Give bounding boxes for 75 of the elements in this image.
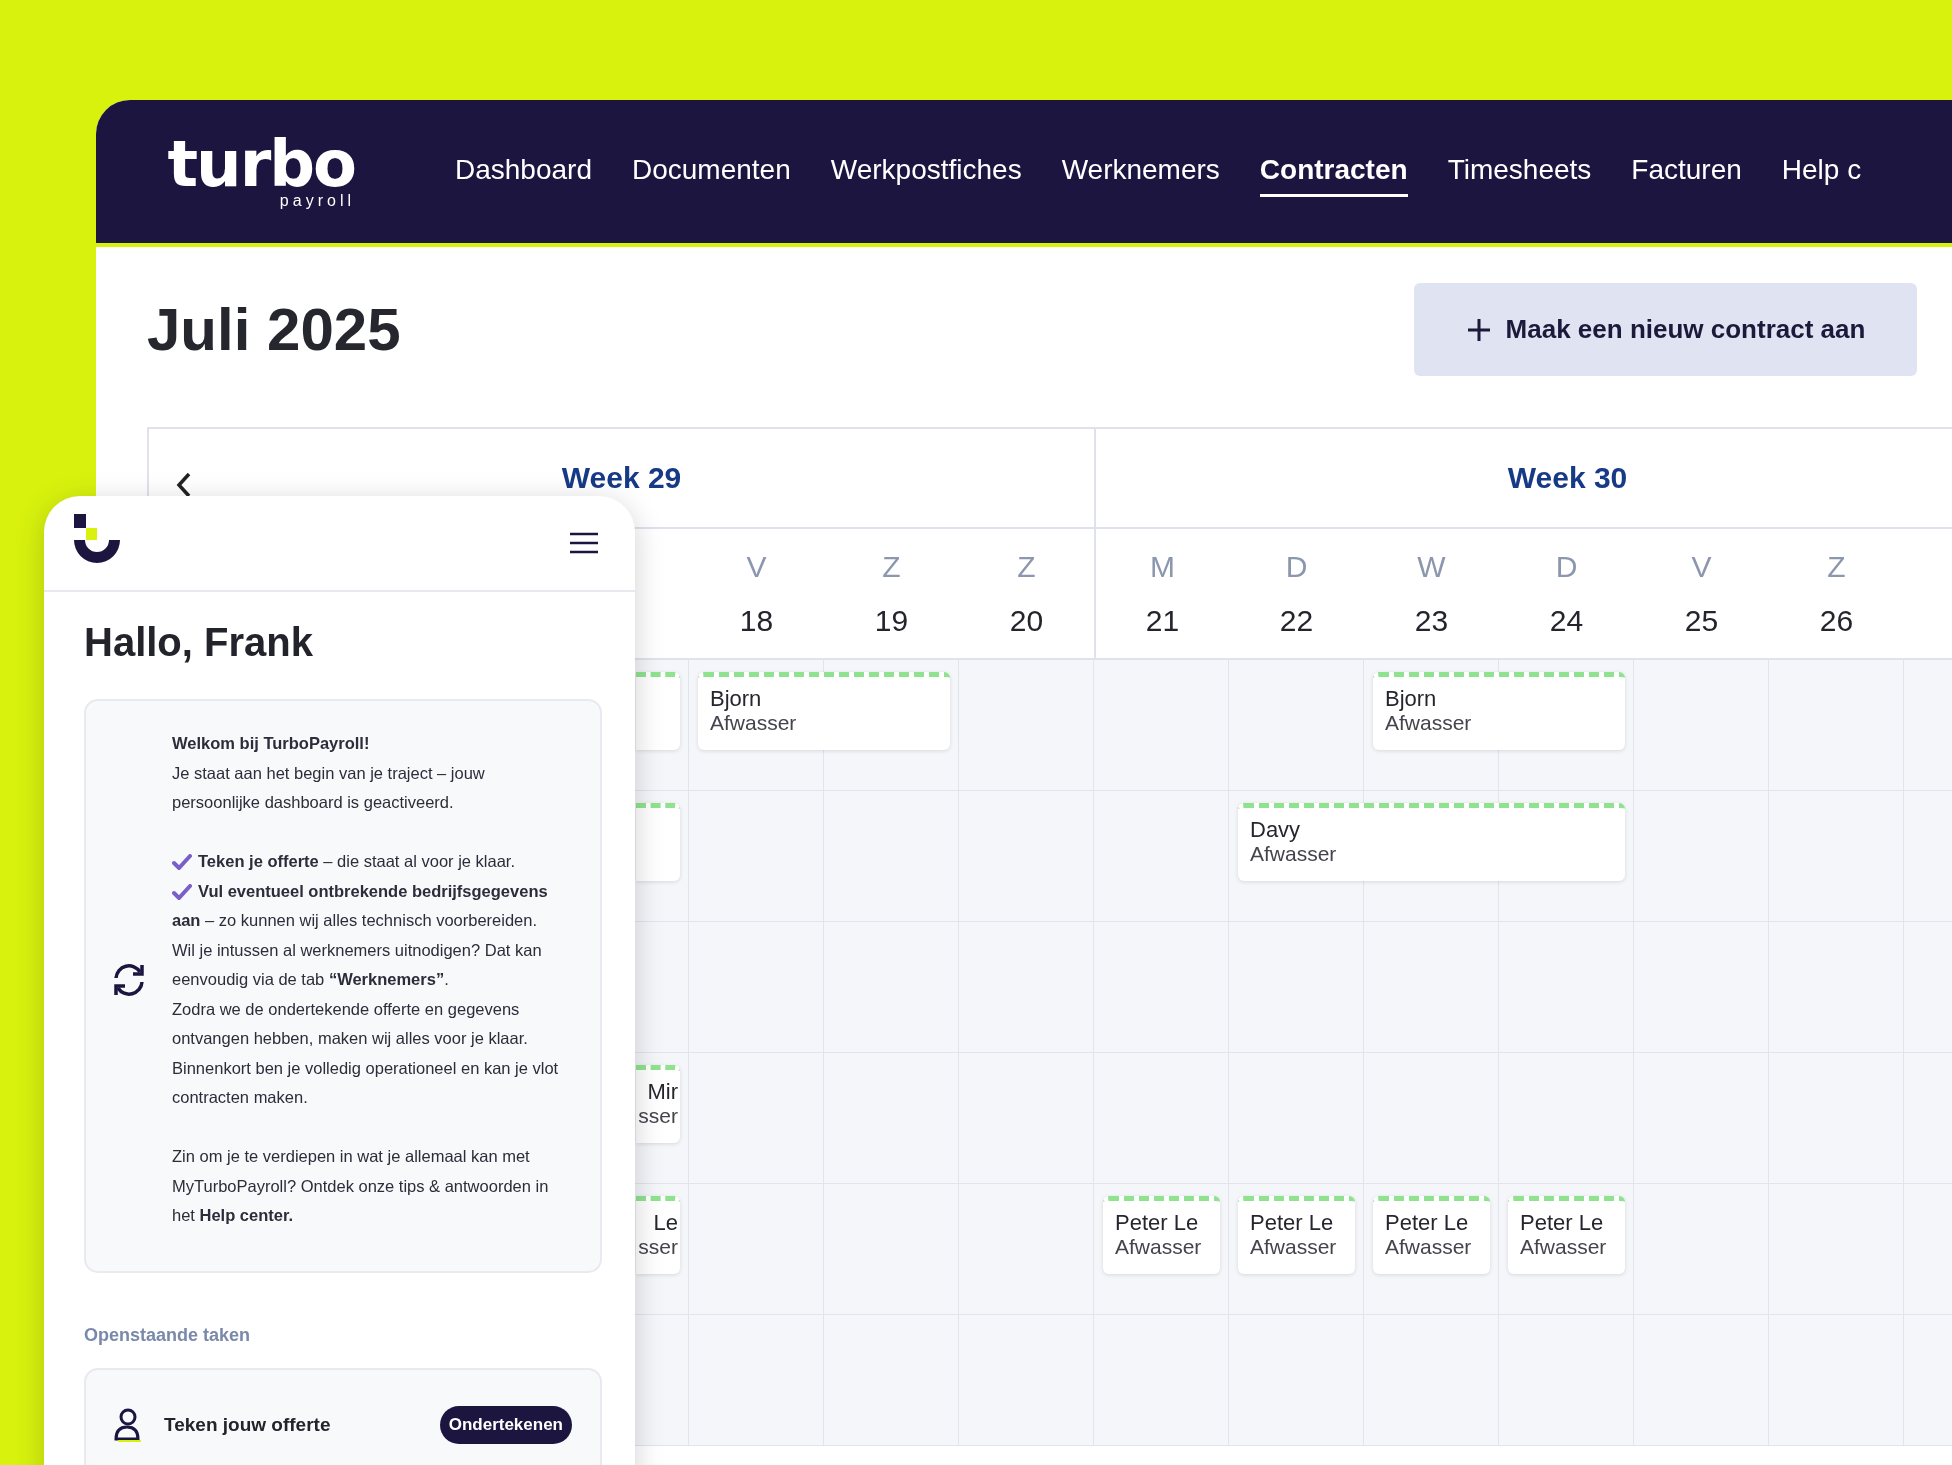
shift-role: Afwasser	[710, 711, 798, 735]
person-icon	[112, 1407, 142, 1442]
shift-employee: Peter Le	[1520, 1211, 1605, 1235]
shift-employee: Bjorn	[1385, 687, 1438, 711]
logo-tagline: payroll	[279, 191, 355, 210]
task-label: Teken jouw offerte	[164, 1413, 332, 1436]
weekday-letter: W	[1417, 549, 1446, 584]
shift-employee: Mir	[647, 1080, 678, 1104]
weekday-letter: M	[1150, 549, 1175, 584]
chevron-left-icon[interactable]	[175, 471, 193, 499]
day-number: 25	[1684, 603, 1719, 638]
shift-card[interactable]: Bjorn Afwasser	[1373, 672, 1625, 750]
welcome-text: Zodra we de ondertekende offerte en gegevens ontvangen hebben, maken wij alles voor je klaar. Binnenkort ben je volledig operationeel en kan je vlot contracten maken.	[172, 998, 560, 1108]
nav-link[interactable]: Werknemers	[1061, 146, 1220, 197]
nav-link[interactable]: Help c	[1781, 146, 1862, 197]
shift-card[interactable]: Le sser	[636, 1196, 680, 1274]
checklist-item: Teken je offerte – die staat al voor je klaar.	[172, 847, 572, 877]
nav-link[interactable]: Timesheets	[1447, 146, 1592, 197]
shift-employee: Le	[653, 1211, 678, 1235]
welcome-text: Je staat aan het begin van je traject – jouw persoonlijke dashboard is geactiveerd.	[172, 762, 486, 813]
shift-role: sser	[638, 1104, 678, 1128]
tasks-heading: Openstaande taken	[84, 1324, 252, 1346]
shift-card[interactable]: Davy Afwasser	[1238, 803, 1625, 881]
welcome-title: Welkom bij TurboPayroll!	[172, 733, 371, 754]
help-text: Zin om je te verdiepen in wat je allemaal kan met MyTurboPayroll? Ontdek onze tips & antwoorden in het Help center.	[172, 1146, 550, 1226]
shift-employee: Peter Le	[1385, 1211, 1470, 1235]
weekday-letter: V	[1691, 549, 1712, 584]
shift-card[interactable]: Bjorn Afwasser	[698, 672, 950, 750]
shift-employee: Peter Le	[1250, 1211, 1335, 1235]
shift-card[interactable]: Peter Le Afwasser	[1508, 1196, 1625, 1274]
day-number: 19	[874, 603, 909, 638]
checklist-item: Vul eventueel ontbrekende bedrijfsgegevens aan – zo kunnen wij alles technisch voorbereiden.	[172, 880, 549, 931]
weekday-letter: Z	[882, 549, 901, 584]
day-number: 24	[1549, 603, 1584, 638]
shift-employee: Peter Le	[1115, 1211, 1200, 1235]
shift-role: sser	[638, 1235, 678, 1259]
shift-card[interactable]: Peter Le Afwasser	[1103, 1196, 1220, 1274]
nav-link[interactable]: Documenten	[632, 146, 791, 197]
shift-role: Afwasser	[1250, 842, 1338, 866]
shift-card[interactable]: Peter Le Afwasser	[1373, 1196, 1490, 1274]
weekday-letter: D	[1555, 549, 1578, 584]
shift-card[interactable]: Mir sser	[636, 1065, 680, 1143]
logo-wordmark: turbo	[167, 133, 355, 194]
day-number: 20	[1009, 603, 1044, 638]
shift-employee: Davy	[1250, 818, 1302, 842]
greeting-heading: Hallo, Frank	[84, 620, 314, 665]
shift-card[interactable]: Peter Le Afwasser	[1238, 1196, 1355, 1274]
nav-link[interactable]: Facturen	[1631, 146, 1742, 197]
welcome-text: Wil je intussen al werknemers uitnodigen? Dat kan eenvoudig via de tab “Werknemers”.	[172, 939, 543, 990]
day-number: 18	[739, 603, 774, 638]
weekday-letter: D	[1285, 549, 1308, 584]
shift-employee: Bjorn	[710, 687, 763, 711]
week-label: Week 30	[1507, 461, 1628, 495]
shift-role: Afwasser	[1385, 711, 1473, 735]
day-number: 26	[1819, 603, 1854, 638]
day-number: 23	[1414, 603, 1449, 638]
shift-role: Afwasser	[1520, 1235, 1608, 1259]
new-contract-button[interactable]: Maak een nieuw contract aan	[1414, 283, 1917, 376]
day-number: 22	[1279, 603, 1314, 638]
week-label: Week 29	[561, 461, 682, 495]
shift-role: Afwasser	[1250, 1235, 1338, 1259]
nav-link[interactable]: Dashboard	[455, 146, 592, 197]
menu-icon[interactable]	[569, 532, 599, 554]
refresh-icon	[111, 962, 147, 997]
shift-role: Afwasser	[1385, 1235, 1473, 1259]
plus-icon	[1465, 316, 1492, 343]
month-title: Juli 2025	[147, 295, 401, 364]
shift-role: Afwasser	[1115, 1235, 1203, 1259]
weekday-letter: Z	[1017, 549, 1036, 584]
day-number: 21	[1145, 603, 1180, 638]
nav-link[interactable]: Werkpostfiches	[830, 146, 1022, 197]
weekday-letter: V	[746, 549, 767, 584]
nav-link[interactable]: Contracten	[1259, 146, 1408, 197]
weekday-letter: Z	[1827, 549, 1846, 584]
sign-button[interactable]: Ondertekenen	[439, 1405, 572, 1444]
